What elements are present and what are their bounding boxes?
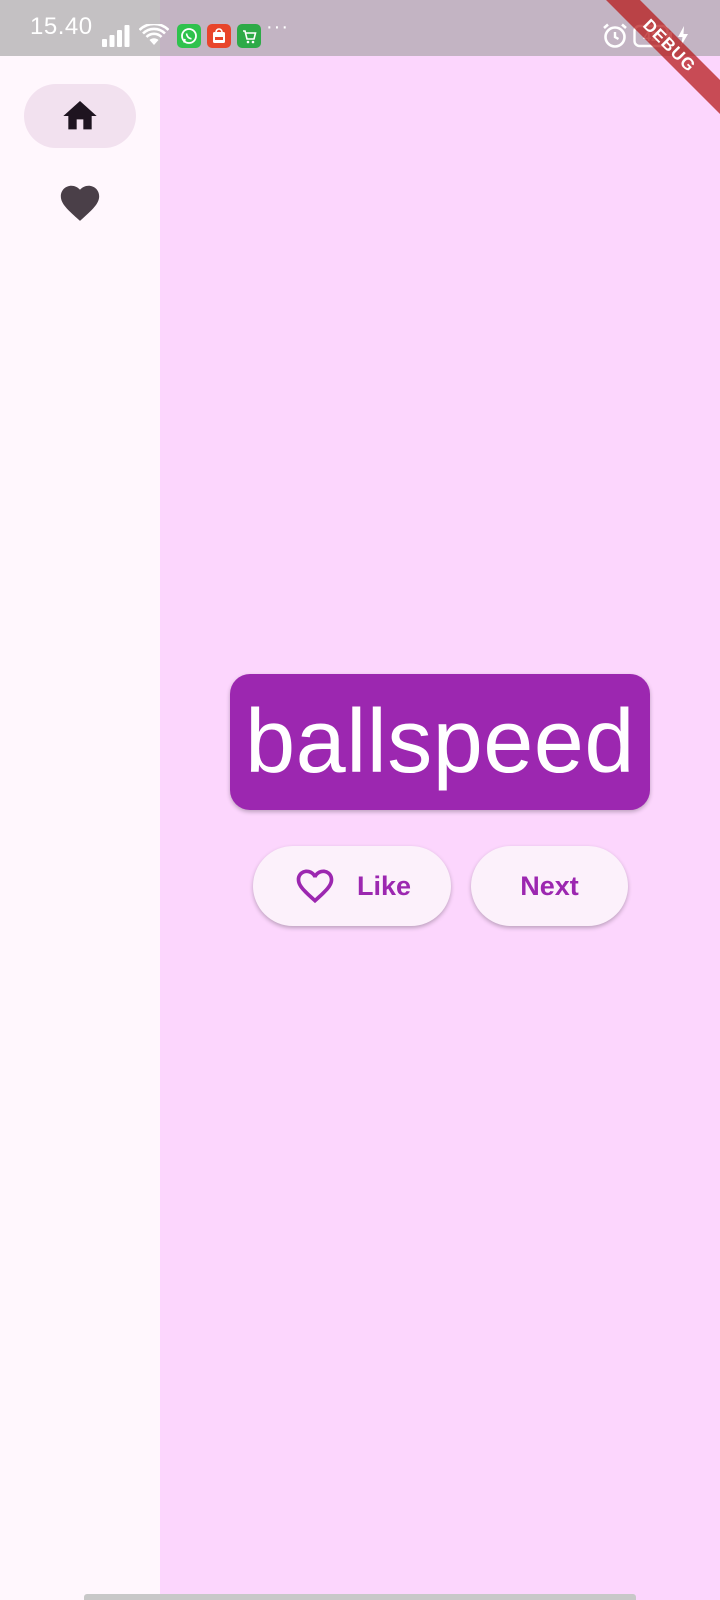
battery-icon: 42 [633, 24, 672, 48]
gesture-navigation-bar[interactable] [84, 1594, 636, 1600]
alarm-icon [603, 23, 627, 48]
like-button[interactable]: Like [253, 846, 451, 926]
home-icon [63, 101, 97, 130]
overflow-notifications-icon: ··· [266, 16, 289, 38]
whatsapp-icon [177, 24, 201, 48]
rail-destination-home[interactable] [24, 84, 136, 148]
word-pair-text: ballspeed [245, 692, 635, 792]
tokopedia-icon [237, 24, 261, 48]
signal-icon [102, 25, 130, 47]
heart-outline-icon [296, 869, 334, 904]
charging-icon [678, 26, 688, 46]
status-bar: 15.40 ··· 42 [0, 0, 720, 56]
like-button-label: Like [356, 870, 412, 901]
wifi-icon [139, 24, 169, 45]
next-button-label: Next [520, 870, 579, 901]
word-pair-card: ballspeed [230, 674, 650, 810]
shopee-icon [207, 24, 231, 48]
rail-destination-favorites[interactable] [24, 171, 136, 235]
navigation-rail [0, 0, 160, 1600]
next-button[interactable]: Next [471, 846, 628, 926]
battery-level: 42 [643, 28, 659, 44]
favorite-icon [60, 185, 100, 221]
status-time: 15.40 [30, 13, 93, 40]
generator-page: ballspeed Like Next [160, 0, 720, 1600]
